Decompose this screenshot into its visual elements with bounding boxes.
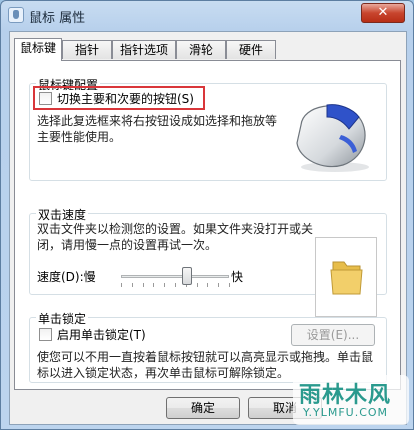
- click-lock-label: 单击锁定: [36, 310, 89, 327]
- ok-button[interactable]: 确定: [166, 397, 240, 419]
- button-config-description: 选择此复选框来将右按钮设成如选择和拖放等主要性能使用。: [37, 114, 278, 144]
- speed-slow-label: 速度(D):慢: [37, 270, 96, 284]
- slider-tick: [207, 283, 209, 287]
- click-lock-settings-button[interactable]: 设置(E)...: [291, 324, 375, 346]
- title-bar[interactable]: 鼠标 属性 ✕: [1, 1, 413, 29]
- folder-icon[interactable]: [316, 238, 376, 316]
- slider-tick: [175, 283, 176, 287]
- slider-tick: [121, 283, 122, 287]
- watermark-logo-text: 雨林木风: [299, 383, 392, 408]
- mouse-icon: [8, 7, 24, 23]
- dialog-body: 鼠标键 指针 指针选项 滑轮 硬件 鼠标键配置 切换主要和次要的按钮(S) 选择…: [9, 31, 407, 425]
- slider-tick: [131, 283, 133, 287]
- window-title: 鼠标 属性: [29, 11, 86, 26]
- site-watermark: 雨林木风 Y.YLMFU.COM: [293, 375, 409, 425]
- speed-fast-label: 快: [231, 270, 244, 284]
- swap-buttons-checkbox[interactable]: [39, 92, 52, 105]
- tab-buttons[interactable]: 鼠标键: [14, 38, 62, 61]
- tab-wheel[interactable]: 滑轮: [176, 40, 226, 59]
- slider-tick: [142, 283, 144, 287]
- watermark-url: Y.YLMFU.COM: [303, 406, 389, 419]
- buttons-tab-panel: 鼠标键配置 切换主要和次要的按钮(S) 选择此复选框来将右按钮设成如选择和拖放等…: [14, 60, 401, 390]
- click-lock-checkbox-label[interactable]: 启用单击锁定(T): [57, 326, 146, 343]
- mouse-properties-window: 鼠标 属性 ✕ 鼠标键 指针 指针选项 滑轮 硬件 鼠标键配置 切换主要和次要的…: [0, 0, 414, 430]
- double-click-speed-slider[interactable]: [181, 267, 192, 285]
- slider-tick: [164, 283, 166, 287]
- close-button[interactable]: ✕: [361, 3, 405, 23]
- double-click-speed-track[interactable]: [121, 275, 229, 278]
- swap-buttons-label[interactable]: 切换主要和次要的按钮(S): [57, 90, 194, 107]
- slider-tick: [196, 283, 198, 287]
- tab-pointer-options[interactable]: 指针选项: [112, 40, 176, 59]
- tab-pointers[interactable]: 指针: [62, 40, 112, 59]
- test-folder-area[interactable]: [315, 237, 377, 317]
- slider-tick: [218, 283, 220, 287]
- mouse-illustration: [296, 104, 369, 172]
- slider-tick: [229, 283, 230, 287]
- double-click-description: 双击文件夹以检测您的设置。如果文件夹没打开或关闭，请用慢一点的设置再试一次。: [37, 222, 314, 252]
- click-lock-checkbox[interactable]: [39, 328, 52, 341]
- tab-hardware[interactable]: 硬件: [226, 40, 276, 59]
- slider-tick: [153, 283, 155, 287]
